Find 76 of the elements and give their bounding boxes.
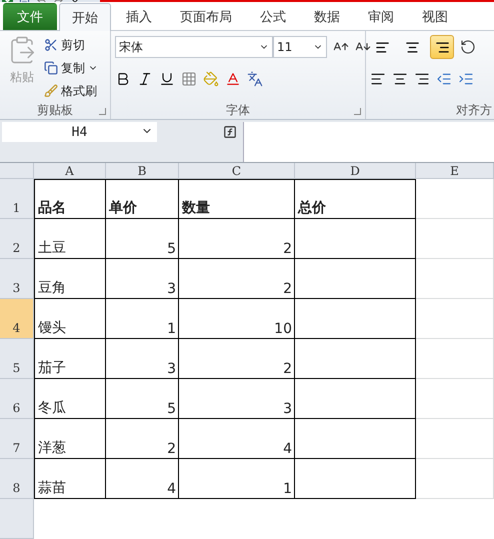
font-size-field[interactable]: 11 [273,36,327,58]
scissors-icon [44,38,58,52]
align-left-icon[interactable] [370,71,386,87]
table-cell: 5 [106,379,179,419]
cut-button[interactable]: 剪切 [44,35,98,55]
table-cell: 2 [179,259,295,299]
table-cell: 2 [106,419,179,459]
table-cell: 数量 [179,179,295,219]
name-box[interactable]: H4 [2,122,157,142]
copy-icon [44,61,58,75]
table-cell: 10 [179,299,295,339]
row-header[interactable]: 1 [0,179,34,219]
table-cell: 5 [106,219,179,259]
lines-icon [434,40,450,54]
table-cell: 3 [179,379,295,419]
column-header[interactable]: D [295,163,416,179]
group-label: 字体 [111,101,365,119]
underline-icon[interactable] [159,71,175,87]
file-tab[interactable]: 文件 [3,3,57,30]
fill-color-icon[interactable] [203,71,219,87]
align-center-icon[interactable] [392,71,408,87]
table-cell: 冬瓜 [34,379,106,419]
column-header[interactable]: C [179,163,295,179]
font-name-field[interactable]: 宋体 [115,36,273,58]
italic-icon[interactable] [137,71,153,87]
row-header[interactable]: 3 [0,259,34,299]
font-color-icon[interactable] [225,71,241,87]
group-label: 剪贴板 [0,101,110,119]
column-header[interactable]: B [106,163,179,179]
row-header[interactable]: 5 [0,339,34,379]
align-bottom-button[interactable] [430,35,454,59]
row-header[interactable]: 4 [0,299,34,339]
ribbon-tab[interactable]: 插入 [113,2,165,30]
table-cell: 品名 [34,179,106,219]
table-cell: 馒头 [34,299,106,339]
ribbon-tab[interactable]: 页面布局 [167,2,245,30]
ribbon-tab[interactable]: 视图 [409,2,461,30]
table-cell: 3 [106,339,179,379]
ribbon-tab[interactable]: 审阅 [355,2,407,30]
table-cell: 2 [179,339,295,379]
table-cell: 茄子 [34,339,106,379]
ribbon-tab[interactable]: 开始 [59,3,111,31]
table-cell: 土豆 [34,219,106,259]
orientation-icon[interactable] [460,39,476,55]
borders-icon[interactable] [181,71,197,87]
align-right-icon[interactable] [414,71,430,87]
copy-button[interactable]: 复制 [44,58,98,78]
table-cell: 4 [179,419,295,459]
table-cell: 洋葱 [34,419,106,459]
lines-icon [374,40,390,54]
row-header[interactable]: 6 [0,379,34,419]
table-cell: 1 [106,299,179,339]
table-cell: 总价 [295,179,416,219]
ribbon-tab[interactable]: 公式 [247,2,299,30]
table-cell: 豆角 [34,259,106,299]
function-icon[interactable] [223,125,237,139]
row-header[interactable]: 2 [0,219,34,259]
table-cell: 2 [179,219,295,259]
group-label: 对齐方 [455,102,493,118]
formula-field[interactable] [243,122,494,162]
table-cell: 3 [106,259,179,299]
table-cell: 4 [106,459,179,499]
row-header[interactable]: 7 [0,419,34,459]
format-painter-button[interactable]: 格式刷 [44,81,98,101]
lines-icon [404,40,420,54]
row-header[interactable]: 8 [0,459,34,499]
table-cell: 蒜苗 [34,459,106,499]
brush-icon [44,84,58,98]
increase-indent-icon[interactable] [458,71,474,87]
column-header[interactable]: E [416,163,494,179]
table-cell: 单价 [106,179,179,219]
phonetic-icon[interactable] [247,71,263,87]
table-cell: 1 [179,459,295,499]
decrease-indent-icon[interactable] [436,71,452,87]
ribbon-tab[interactable]: 数据 [301,2,353,30]
column-header[interactable]: A [34,163,106,179]
